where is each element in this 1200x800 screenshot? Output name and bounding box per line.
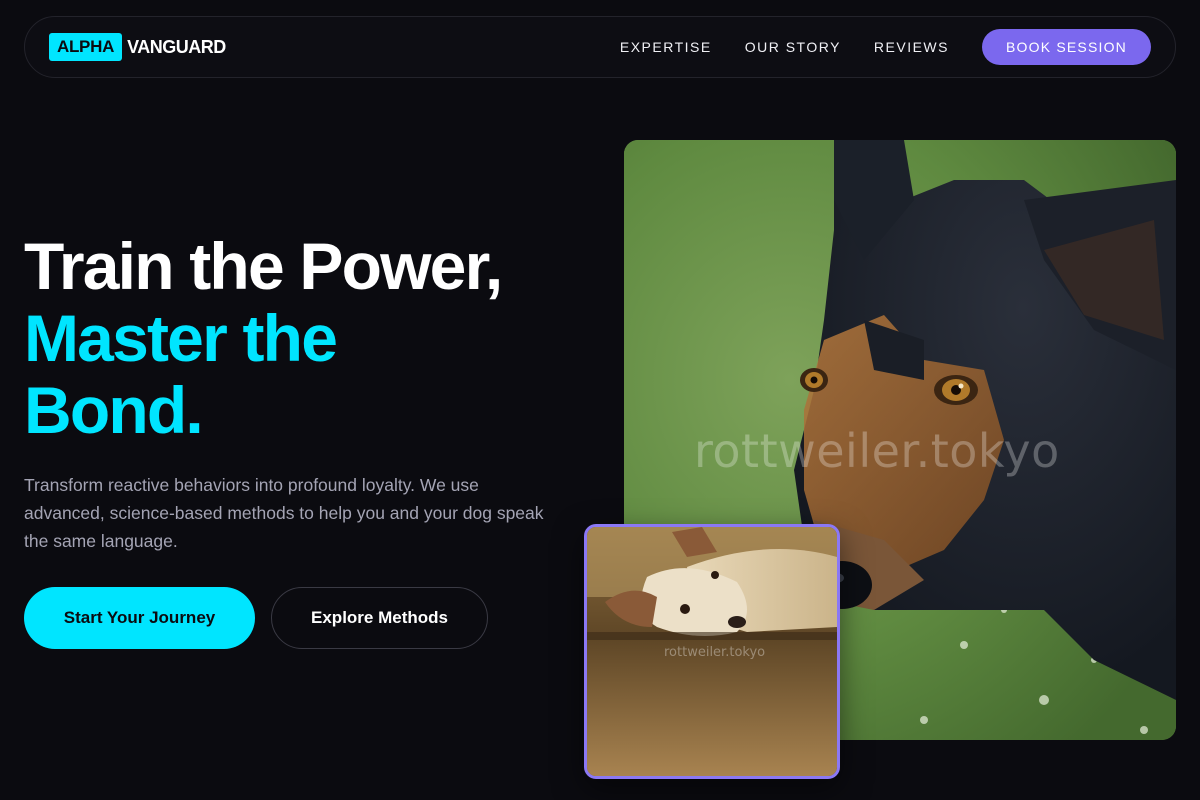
hero-subtext: Transform reactive behaviors into profou… <box>24 475 544 551</box>
start-journey-button[interactable]: Start Your Journey <box>24 587 255 649</box>
logo-box: ALPHA <box>49 33 123 61</box>
explore-methods-button[interactable]: Explore Methods <box>271 587 488 649</box>
logo-text: VANGUARD <box>127 36 226 57</box>
nav-links: EXPERTISE OUR STORY REVIEWS BOOK SESSION <box>587 29 1151 65</box>
hero-headline: Train the Power, Master the Bond. <box>24 229 503 447</box>
top-navbar: ALPHA VANGUARD EXPERTISE OUR STORY REVIE… <box>24 16 1176 78</box>
inset-photo-watermark: rottweiler.tokyo <box>664 645 766 660</box>
book-session-button[interactable]: BOOK SESSION <box>982 29 1151 65</box>
headline-line-1: Train the Power, <box>24 229 503 303</box>
inset-dog-photo: rottweiler.tokyo <box>584 524 840 779</box>
main-photo-watermark: rottweiler.tokyo <box>694 424 1060 478</box>
headline-line-3: Bond. <box>24 373 204 447</box>
brand-logo[interactable]: ALPHA VANGUARD <box>49 33 226 61</box>
nav-link-reviews[interactable]: REVIEWS <box>874 39 949 55</box>
headline-line-2: Master the <box>24 301 338 375</box>
nav-link-expertise[interactable]: EXPERTISE <box>620 39 712 55</box>
nav-link-our-story[interactable]: OUR STORY <box>745 39 841 55</box>
